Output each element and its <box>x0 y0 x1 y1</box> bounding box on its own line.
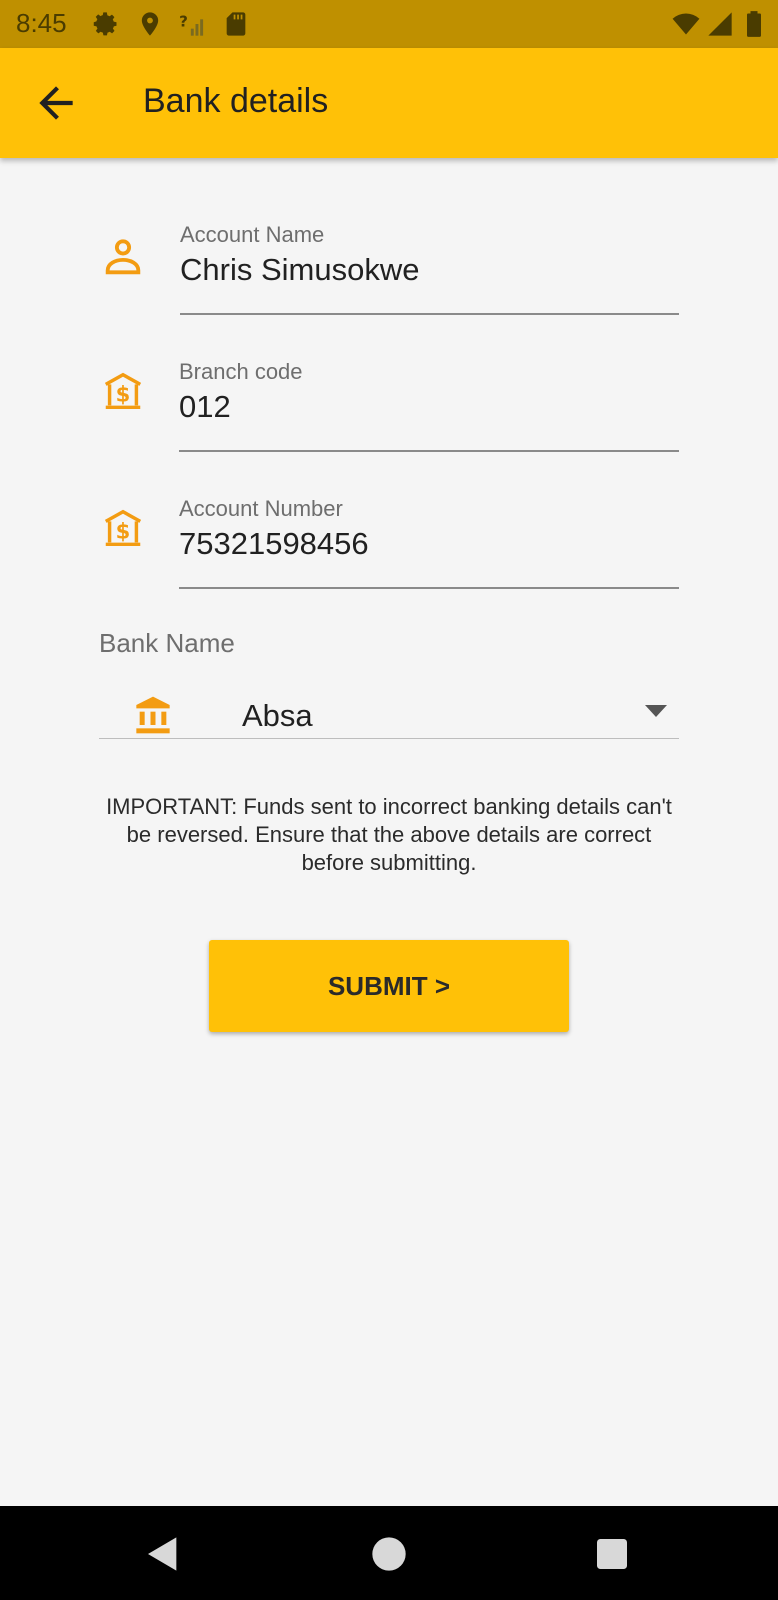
back-triangle-icon[interactable] <box>143 1534 183 1574</box>
account-number-field[interactable]: $ Account Number 75321598456 <box>0 494 778 594</box>
svg-text:?: ? <box>179 12 188 30</box>
arrow-back-icon <box>39 86 73 120</box>
account-name-label: Account Name <box>180 222 325 247</box>
status-time: 8:45 <box>16 8 67 38</box>
back-button[interactable] <box>28 78 84 128</box>
submit-button[interactable]: SUBMIT > <box>209 940 569 1032</box>
bank-name-label: Bank Name <box>99 628 235 658</box>
person-icon <box>105 239 141 275</box>
bank-name-underline <box>99 738 679 739</box>
bank-name-dropdown[interactable]: Absa <box>99 680 679 740</box>
svg-text:$: $ <box>116 382 131 407</box>
bank-dollar-icon: $ <box>104 372 142 410</box>
battery-icon <box>747 11 761 37</box>
wifi-icon <box>672 13 700 35</box>
account-number-underline <box>179 587 679 589</box>
signal-icon <box>708 12 732 36</box>
bank-icon <box>136 696 170 734</box>
no-signal-icon: ? <box>179 12 204 36</box>
bank-dollar-icon: $ <box>104 509 142 547</box>
branch-code-input[interactable]: 012 <box>179 389 231 425</box>
important-notice: IMPORTANT: Funds sent to incorrect banki… <box>106 794 672 875</box>
bank-name-selected: Absa <box>242 698 313 733</box>
home-circle-icon[interactable] <box>369 1534 409 1574</box>
svg-text:$: $ <box>116 519 131 544</box>
account-name-input[interactable]: Chris Simusokwe <box>180 252 419 288</box>
account-name-underline <box>180 313 679 315</box>
sd-card-icon <box>226 12 246 36</box>
chevron-down-icon <box>645 705 667 717</box>
gear-icon <box>93 12 117 36</box>
account-number-label: Account Number <box>179 496 343 521</box>
location-pin-icon <box>141 12 159 36</box>
account-name-field[interactable]: Account Name Chris Simusokwe <box>0 220 778 320</box>
branch-code-field[interactable]: $ Branch code 012 <box>0 357 778 457</box>
page-title: Bank details <box>143 82 329 120</box>
recents-square-icon[interactable] <box>592 1534 632 1574</box>
system-nav-bar <box>0 1506 778 1600</box>
status-bar: 8:45 ? <box>0 0 778 48</box>
branch-code-label: Branch code <box>179 359 303 384</box>
branch-code-underline <box>179 450 679 452</box>
app-bar: Bank details <box>0 48 778 158</box>
account-number-input[interactable]: 75321598456 <box>179 526 369 562</box>
